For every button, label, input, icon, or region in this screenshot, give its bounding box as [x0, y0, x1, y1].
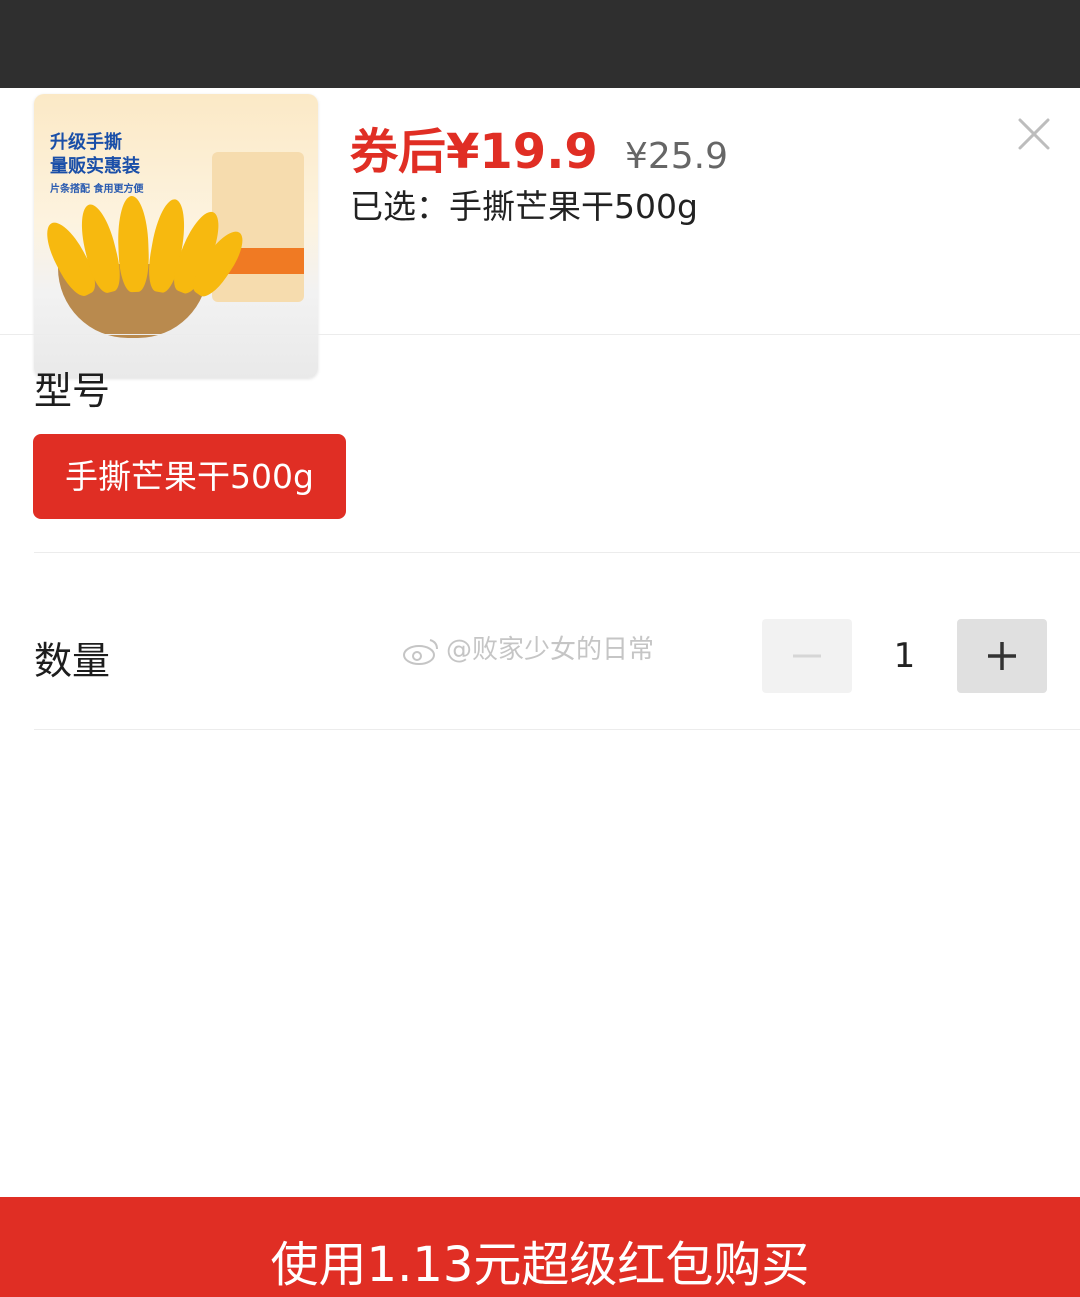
divider: [0, 334, 1080, 335]
thumbnail-headline-2: 量贩实惠装: [50, 156, 140, 177]
divider: [34, 552, 1080, 553]
close-icon: [1018, 118, 1050, 150]
minus-icon: [793, 654, 821, 658]
close-button[interactable]: [1014, 114, 1054, 154]
product-thumbnail[interactable]: 升级手撕 量贩实惠装 片条搭配 食用更方便: [34, 94, 318, 378]
page: 升级手撕 量贩实惠装 片条搭配 食用更方便 券后¥19.9 ¥25.9 已选：手…: [0, 0, 1080, 1297]
thumbnail-headline-1: 升级手撕: [50, 132, 122, 153]
quantity-decrease-button[interactable]: [762, 619, 852, 693]
quantity-increase-button[interactable]: [957, 619, 1047, 693]
variant-option-mango-500g[interactable]: 手撕芒果干500g: [33, 434, 346, 519]
divider: [34, 729, 1080, 730]
weibo-icon: [403, 638, 438, 665]
quantity-section-title: 数量: [34, 639, 111, 683]
price-row: 券后¥19.9 ¥25.9: [350, 112, 728, 180]
thumbnail-tagline: 片条搭配 食用更方便: [50, 184, 144, 195]
original-price: ¥25.9: [624, 136, 728, 177]
plus-icon: [988, 642, 1016, 670]
watermark-text: @败家少女的日常: [446, 635, 655, 665]
price-after-coupon: 券后¥19.9: [350, 124, 598, 180]
sku-selection-sheet: 升级手撕 量贩实惠装 片条搭配 食用更方便 券后¥19.9 ¥25.9 已选：手…: [0, 88, 1080, 1297]
watermark: @败家少女的日常: [402, 633, 654, 667]
product-bag-illustration: [212, 152, 304, 302]
selected-variant-text: 已选：手撕芒果干500g: [350, 187, 698, 226]
dimmed-background[interactable]: [0, 0, 1080, 88]
mango-slice: [116, 195, 150, 293]
buy-with-red-packet-button[interactable]: 使用1.13元超级红包购买: [0, 1197, 1080, 1297]
quantity-value[interactable]: 1: [852, 619, 957, 693]
variant-section-title: 型号: [34, 369, 111, 413]
